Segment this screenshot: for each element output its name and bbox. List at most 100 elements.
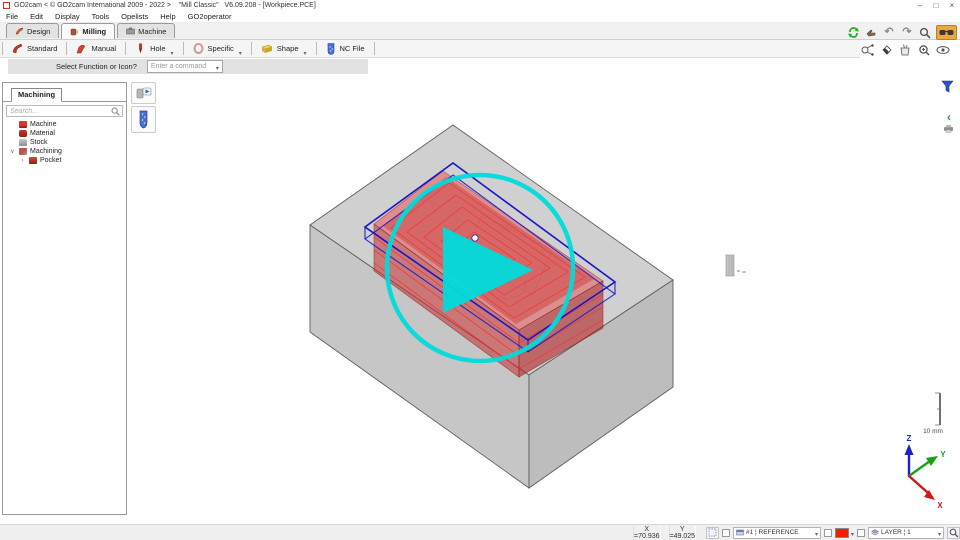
tree-item-pocket[interactable]: › Pocket — [3, 156, 126, 165]
tree-item-material[interactable]: Material — [3, 129, 126, 138]
pocket-icon — [29, 157, 37, 164]
search-icon — [111, 107, 120, 116]
reference-selector[interactable]: #1 ¦ REFERENCE ▾ — [733, 527, 821, 539]
tab-design[interactable]: Design — [6, 23, 59, 38]
collapsed-arrow-icon[interactable]: › — [19, 158, 26, 164]
viewport-3d: 10 mm Z Y X — [0, 0, 960, 540]
tab-milling[interactable]: Milling — [61, 23, 115, 39]
snap-grid-button[interactable] — [706, 527, 719, 539]
standard-icon — [12, 43, 23, 54]
menu-opelists[interactable]: Opelists — [115, 12, 154, 21]
chevron-down-icon: ▾ — [171, 50, 174, 57]
command-combobox[interactable]: Enter a command ▾ — [147, 60, 223, 73]
specific-icon — [193, 43, 204, 54]
machine-tab-icon — [126, 27, 135, 35]
zoom-icon[interactable] — [918, 26, 932, 39]
tool-display-button[interactable] — [131, 106, 156, 133]
grab-hand-icon[interactable] — [864, 26, 878, 39]
manual-icon — [76, 43, 87, 54]
axis-y-label: Y — [940, 450, 946, 459]
menu-help[interactable]: Help — [154, 12, 181, 21]
chevron-down-icon: ▾ — [303, 50, 306, 57]
machining-panel: Machining Machine Material Stock ∨ Machi… — [2, 82, 127, 515]
status-bar: X =70.936 Y =49.025 #1 ¦ REFERENCE ▾ ▾ L… — [0, 524, 960, 540]
machine-icon — [19, 121, 27, 128]
expanded-arrow-icon[interactable]: ∨ — [9, 148, 16, 155]
y-coordinate: Y =49.025 — [669, 526, 697, 540]
zoom-fit-button[interactable] — [947, 527, 960, 539]
layer-stack-icon — [871, 529, 879, 536]
current-color-swatch — [835, 528, 849, 538]
machining-tree: Machine Material Stock ∨ Machining › Poc… — [3, 120, 126, 165]
tool-preview-icon — [726, 255, 746, 276]
layer-checkbox[interactable] — [857, 529, 865, 537]
go2-glasses-button[interactable] — [936, 25, 957, 40]
nc-file-icon — [326, 43, 336, 55]
shape-icon — [261, 43, 273, 54]
undo-icon[interactable]: ↶ — [882, 26, 896, 39]
tab-machine[interactable]: Machine — [117, 23, 175, 38]
close-button[interactable]: × — [944, 0, 960, 11]
milling-toolbar: Standard Manual Hole ▾ Specific ▾ Shape … — [0, 40, 860, 58]
axis-triad: Z Y X — [905, 434, 947, 510]
title-bar: GO2cam < © GO2cam International 2009 - 2… — [0, 0, 960, 11]
axis-z-label: Z — [907, 434, 912, 443]
specific-button[interactable]: Specific ▾ — [184, 41, 251, 57]
hole-icon — [135, 43, 146, 54]
color-checkbox[interactable] — [824, 529, 832, 537]
minimize-button[interactable]: – — [912, 0, 928, 11]
menu-file[interactable]: File — [0, 12, 24, 21]
menu-edit[interactable]: Edit — [24, 12, 49, 21]
chevron-down-icon: ▾ — [239, 50, 242, 57]
origin-point-marker — [472, 235, 478, 241]
reference-checkbox[interactable] — [722, 529, 730, 537]
menu-tools[interactable]: Tools — [86, 12, 116, 21]
tree-item-machine[interactable]: Machine — [3, 120, 126, 129]
render-icon[interactable] — [860, 43, 874, 56]
menu-go2operator[interactable]: GO2operator — [182, 12, 238, 21]
scale-ruler: 10 mm — [923, 393, 943, 435]
filter-funnel-icon — [941, 80, 954, 93]
collapse-panel-button[interactable]: ‹ — [942, 110, 956, 123]
shape-button[interactable]: Shape ▾ — [252, 41, 316, 57]
search-box — [6, 105, 123, 117]
visibility-eye-icon[interactable] — [936, 43, 950, 56]
machining-icon — [19, 148, 27, 155]
quick-access-icons: ↶ ↷ — [846, 25, 957, 40]
view-icons — [860, 43, 950, 56]
scale-label: 10 mm — [923, 428, 943, 435]
standard-button[interactable]: Standard — [3, 41, 66, 57]
command-bar: Select Function or Icon? Enter a command… — [8, 59, 368, 74]
tree-item-stock[interactable]: Stock — [3, 138, 126, 147]
menu-display[interactable]: Display — [49, 12, 86, 21]
printer-mini-icon[interactable] — [942, 123, 954, 133]
chevron-down-icon: ▾ — [815, 531, 818, 538]
search-input[interactable] — [7, 108, 111, 115]
simulation-button[interactable] — [131, 82, 156, 104]
layer-selector[interactable]: LAYER ¦ 1 ▾ — [868, 527, 944, 539]
stock-icon — [19, 139, 27, 146]
axis-x-label: X — [937, 501, 943, 510]
material-icon — [19, 130, 27, 137]
zoom-window-icon[interactable] — [917, 43, 931, 56]
simulation-icon — [136, 86, 152, 100]
window-title: GO2cam < © GO2cam International 2009 - 2… — [14, 2, 912, 9]
sync-icon[interactable] — [846, 26, 860, 39]
nc-file-button[interactable]: NC File — [317, 41, 374, 57]
tab-machining-panel[interactable]: Machining — [11, 88, 62, 102]
chevron-down-icon: ▾ — [938, 531, 941, 538]
design-icon — [15, 27, 24, 35]
chevron-down-icon: ▾ — [851, 531, 854, 538]
filter-button[interactable] — [939, 78, 955, 94]
command-prompt-label: Select Function or Icon? — [56, 62, 137, 71]
reference-plane-icon — [736, 529, 744, 536]
clear-bin-icon[interactable] — [898, 43, 912, 56]
chevron-down-icon: ▾ — [216, 65, 219, 72]
maximize-button[interactable]: □ — [928, 0, 944, 11]
hole-button[interactable]: Hole ▾ — [126, 41, 182, 57]
manual-button[interactable]: Manual — [67, 41, 125, 57]
tree-item-machining[interactable]: ∨ Machining — [3, 147, 126, 156]
color-picker[interactable]: ▾ — [835, 528, 854, 538]
redo-icon[interactable]: ↷ — [900, 26, 914, 39]
eraser-icon[interactable] — [879, 43, 893, 56]
